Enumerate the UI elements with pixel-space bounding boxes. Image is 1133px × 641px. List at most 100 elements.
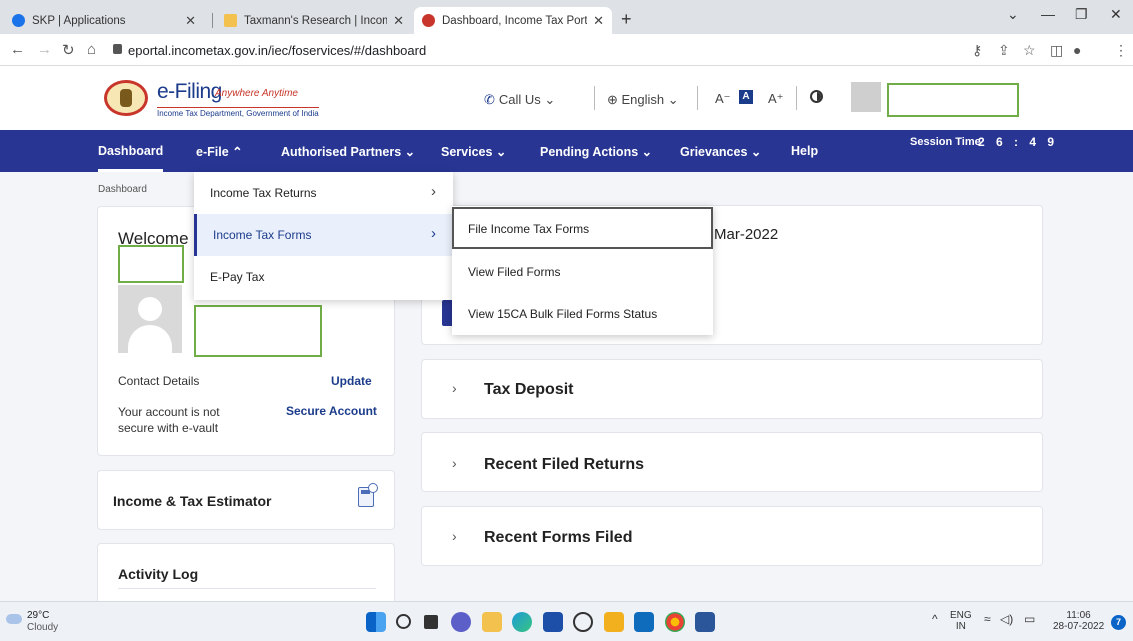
notification-badge[interactable]: 7 xyxy=(1111,615,1126,630)
cloud-icon[interactable] xyxy=(6,614,22,624)
task-view-icon[interactable] xyxy=(424,615,438,629)
redacted-username-box xyxy=(887,83,1019,117)
profile-icon[interactable]: ● xyxy=(1073,42,1081,58)
logo-tagline: Anywhere Anytime xyxy=(215,88,298,99)
url-field[interactable]: eportal.incometax.gov.in/iec/foservices/… xyxy=(128,43,426,58)
breadcrumb[interactable]: Dashboard xyxy=(98,184,147,195)
menu-item-income-tax-forms[interactable]: Income Tax Forms › xyxy=(194,214,453,256)
close-tab-icon[interactable]: ✕ xyxy=(593,13,604,29)
chevron-down-icon: ⌄ xyxy=(641,145,653,159)
nav-grievances[interactable]: Grievances ⌄ xyxy=(680,144,761,159)
tray-overflow-chevron-icon[interactable]: ^ xyxy=(932,613,938,625)
user-avatar[interactable] xyxy=(851,82,881,112)
microsoft-store-icon[interactable] xyxy=(543,612,563,632)
key-icon[interactable]: ⚷ xyxy=(972,42,982,59)
outlook-icon[interactable] xyxy=(634,612,654,632)
update-link[interactable]: Update xyxy=(331,374,372,388)
submenu-view-15ca-bulk-status[interactable]: View 15CA Bulk Filed Forms Status xyxy=(452,292,713,334)
tax-deposit-accordion[interactable]: › Tax Deposit xyxy=(421,359,1043,419)
teams-chat-icon[interactable] xyxy=(451,612,471,632)
menu-item-income-tax-returns[interactable]: Income Tax Returns › xyxy=(194,172,453,214)
logo-subtitle: Income Tax Department, Government of Ind… xyxy=(157,107,319,118)
browser-tab-skp[interactable]: SKP | Applications ✕ xyxy=(4,7,204,34)
session-time-label: Session Time xyxy=(910,136,981,148)
nav-efile[interactable]: e-File ⌃ xyxy=(196,144,243,159)
weather-temperature[interactable]: 29°C xyxy=(27,610,49,621)
session-time-value: 2 6 : 4 9 xyxy=(978,135,1059,149)
clock[interactable]: 11:06 28-07-2022 xyxy=(1053,610,1104,632)
secure-account-link[interactable]: Secure Account xyxy=(286,404,377,418)
edge-browser-icon[interactable] xyxy=(512,612,532,632)
filing-date-text: Mar-2022 xyxy=(714,226,779,243)
chevron-right-icon: › xyxy=(431,183,436,200)
recent-filed-returns-title: Recent Filed Returns xyxy=(484,456,645,473)
nav-authorised-partners[interactable]: Authorised Partners ⌄ xyxy=(281,144,415,159)
tab-label: Taxmann's Research | Income Tax xyxy=(244,14,388,27)
calculator-icon[interactable] xyxy=(358,483,378,507)
excel-like-app-icon[interactable] xyxy=(604,612,624,632)
font-decrease-button[interactable]: A⁻ xyxy=(715,91,731,107)
clock-time: 11:06 xyxy=(1066,610,1091,621)
battery-icon[interactable]: ▭ xyxy=(1024,613,1035,625)
share-icon[interactable]: ⇪ xyxy=(998,42,1010,59)
tab-search-icon[interactable]: ⌄ xyxy=(1007,6,1019,23)
weather-condition[interactable]: Cloudy xyxy=(27,622,58,633)
incometax-favicon-icon xyxy=(422,14,435,27)
volume-icon[interactable]: ◁) xyxy=(1000,613,1013,625)
maximize-icon[interactable]: ❐ xyxy=(1075,6,1088,23)
nav-help[interactable]: Help xyxy=(791,144,818,158)
income-tax-estimator-card[interactable]: Income & Tax Estimator xyxy=(97,470,395,530)
browser-tab-dashboard[interactable]: Dashboard, Income Tax Portal, G ✕ xyxy=(414,7,612,34)
dell-icon[interactable] xyxy=(573,612,593,632)
side-panel-icon[interactable]: ◫ xyxy=(1050,42,1063,59)
submenu-item-label: View 15CA Bulk Filed Forms Status xyxy=(468,307,658,321)
wifi-icon[interactable]: ≈ xyxy=(984,613,991,625)
close-tab-icon[interactable]: ✕ xyxy=(393,13,404,29)
recent-forms-filed-accordion[interactable]: › Recent Forms Filed xyxy=(421,506,1043,566)
income-tax-estimator-title: Income & Tax Estimator xyxy=(113,493,272,509)
back-icon[interactable]: ← xyxy=(10,41,25,58)
font-increase-button[interactable]: A⁺ xyxy=(768,91,784,107)
income-tax-forms-submenu: File Income Tax Forms View Filed Forms V… xyxy=(452,206,713,335)
close-window-icon[interactable]: ✕ xyxy=(1110,6,1122,23)
submenu-item-label: File Income Tax Forms xyxy=(468,222,590,236)
nav-services[interactable]: Services ⌄ xyxy=(441,144,506,159)
browser-menu-icon[interactable]: ⋮ xyxy=(1114,42,1128,59)
chevron-right-icon: › xyxy=(452,528,457,544)
language-indicator[interactable]: ENG IN xyxy=(950,610,972,632)
windows-taskbar: 29°C Cloudy ^ ENG IN ≈ ◁) ▭ 11:06 28-07-20… xyxy=(0,601,1133,641)
main-navbar: Dashboard e-File ⌃ Authorised Partners ⌄… xyxy=(0,130,1133,172)
submenu-file-income-tax-forms[interactable]: File Income Tax Forms xyxy=(452,207,713,249)
redacted-name-box xyxy=(118,245,184,283)
search-icon[interactable] xyxy=(396,614,411,629)
bookmark-star-icon[interactable]: ☆ xyxy=(1023,42,1036,59)
nav-services-label: Services xyxy=(441,145,493,159)
activity-log-card: Activity Log xyxy=(97,543,395,605)
recent-filed-returns-accordion[interactable]: › Recent Filed Returns xyxy=(421,432,1043,492)
nav-grievances-label: Grievances xyxy=(680,145,748,159)
language-select[interactable]: ⊕ English ⌄ xyxy=(607,92,679,108)
lock-icon[interactable] xyxy=(113,44,122,54)
submenu-view-filed-forms[interactable]: View Filed Forms xyxy=(452,250,713,292)
profile-picture[interactable] xyxy=(118,285,182,353)
call-us-button[interactable]: ✆ Call Us ⌄ xyxy=(484,92,555,108)
government-emblem-logo[interactable] xyxy=(104,80,148,116)
nav-pending-actions[interactable]: Pending Actions ⌄ xyxy=(540,144,652,159)
font-normal-button[interactable]: A xyxy=(739,90,753,104)
reload-icon[interactable]: ↻ xyxy=(62,41,75,59)
contrast-toggle-icon[interactable] xyxy=(810,90,823,103)
file-explorer-icon[interactable] xyxy=(482,612,502,632)
close-tab-icon[interactable]: ✕ xyxy=(185,13,196,29)
efiling-logo-title[interactable]: e-Filing xyxy=(157,80,222,104)
word-icon[interactable] xyxy=(695,612,715,632)
browser-tab-taxmann[interactable]: Taxmann's Research | Income Tax ✕ xyxy=(216,7,412,34)
home-icon[interactable]: ⌂ xyxy=(87,41,96,58)
forward-icon[interactable]: → xyxy=(37,41,52,58)
start-menu-icon[interactable] xyxy=(366,612,386,632)
chrome-icon[interactable] xyxy=(665,612,685,632)
new-tab-button[interactable]: + xyxy=(621,9,632,30)
menu-item-e-pay-tax[interactable]: E-Pay Tax xyxy=(194,256,453,298)
nav-dashboard[interactable]: Dashboard xyxy=(98,144,164,172)
redacted-pan-box xyxy=(194,305,322,357)
minimize-icon[interactable]: — xyxy=(1041,6,1055,22)
